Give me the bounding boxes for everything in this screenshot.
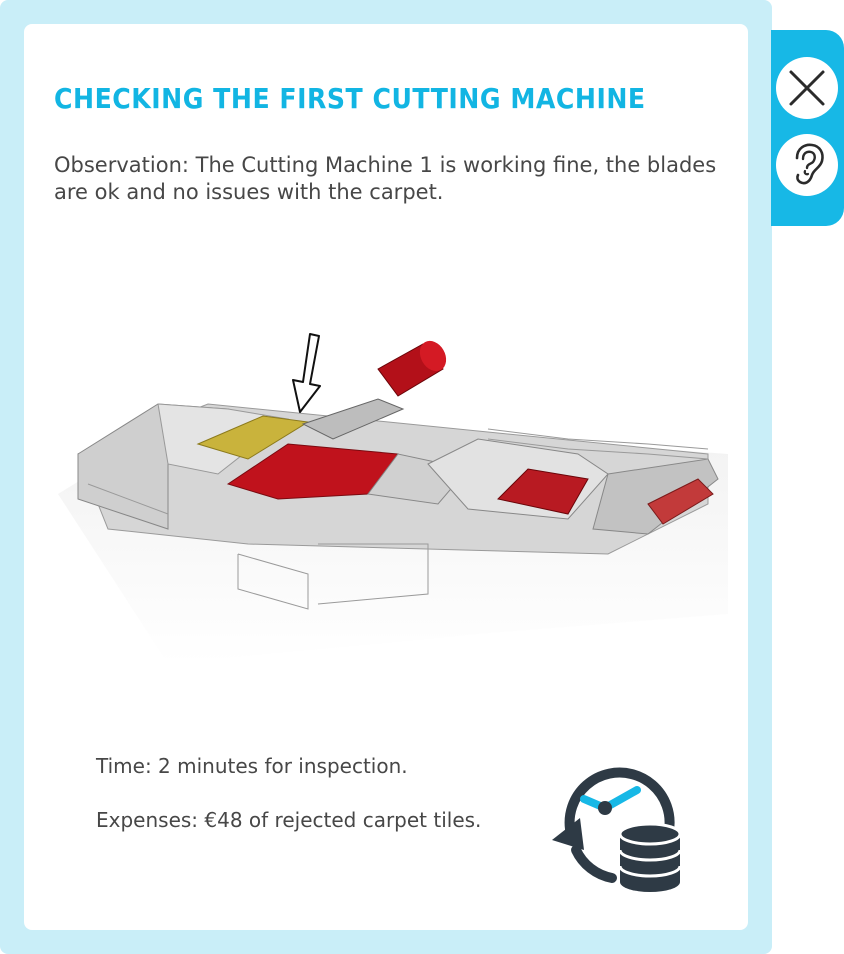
arrow-down-icon [292, 333, 321, 413]
close-button[interactable] [776, 57, 838, 119]
audio-button[interactable] [776, 134, 838, 196]
panel-title: CHECKING THE FIRST CUTTING MACHINE [54, 82, 646, 115]
time-cost-icon [552, 767, 682, 892]
observation-text: Observation: The Cutting Machine 1 is wo… [54, 153, 717, 204]
coin-stack-icon [618, 822, 682, 892]
info-panel: CHECKING THE FIRST CUTTING MACHINE Obser… [24, 24, 748, 930]
expenses-info: Expenses: €48 of rejected carpet tiles. [96, 808, 482, 832]
close-icon [789, 70, 825, 106]
carpet-roll [377, 340, 447, 397]
production-line-illustration [58, 333, 728, 664]
ear-icon [795, 143, 824, 185]
time-info: Time: 2 minutes for inspection. [96, 754, 408, 778]
